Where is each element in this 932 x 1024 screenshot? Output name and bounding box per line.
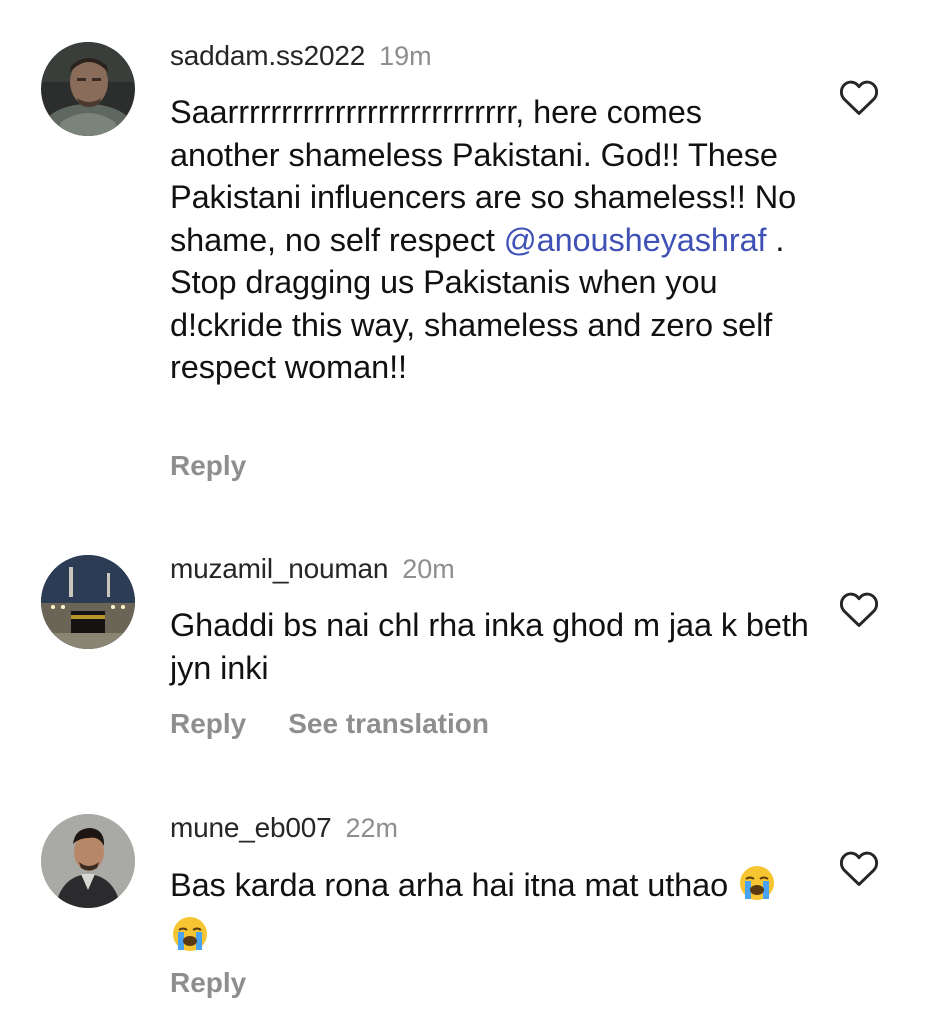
heart-outline-icon[interactable] — [838, 849, 880, 887]
comment-header: mune_eb007 22m — [170, 811, 398, 850]
comment-text: Bas karda rona arha hai itna mat uthao 😭… — [170, 863, 810, 964]
timestamp: 19m — [379, 41, 432, 71]
username[interactable]: mune_eb007 — [170, 812, 332, 843]
reply-button[interactable]: Reply — [170, 708, 246, 739]
avatar[interactable] — [41, 814, 135, 908]
comment-text: Ghaddi bs nai chl rha inka ghod m jaa k … — [170, 607, 809, 686]
heart-outline-icon[interactable] — [838, 590, 880, 628]
user-mention-link[interactable]: @anousheyashraf — [504, 222, 767, 258]
loudly-crying-face-emoji — [170, 914, 210, 965]
username[interactable]: muzamil_nouman — [170, 553, 388, 584]
comment-header: saddam.ss2022 19m — [170, 39, 432, 78]
reply-button[interactable]: Reply — [170, 450, 246, 481]
comment-text-part: Bas karda rona arha hai itna mat uthao — [170, 867, 729, 903]
timestamp: 22m — [345, 813, 399, 843]
timestamp: 20m — [402, 554, 455, 584]
reply-button[interactable]: Reply — [170, 967, 246, 998]
comment-header: muzamil_nouman 20m — [170, 552, 455, 591]
avatar[interactable] — [41, 42, 135, 136]
loudly-crying-face-emoji — [737, 863, 777, 914]
see-translation-button[interactable]: See translation — [288, 708, 489, 739]
comment-actions: Reply See translation — [170, 707, 531, 741]
comment-text: Saarrrrrrrrrrrrrrrrrrrrrrrrrrr, here com… — [170, 91, 810, 389]
username[interactable]: saddam.ss2022 — [170, 40, 365, 71]
comment-actions: Reply — [170, 966, 288, 1000]
comment-actions: Reply — [170, 449, 288, 483]
avatar[interactable] — [41, 555, 135, 649]
heart-outline-icon[interactable] — [838, 78, 880, 116]
